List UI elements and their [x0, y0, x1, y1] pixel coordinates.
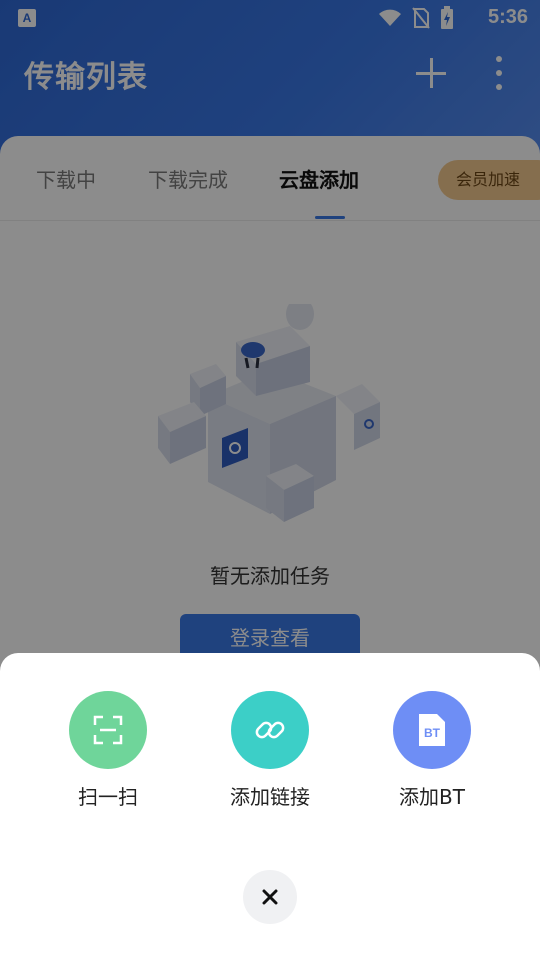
add-link-label: 添加链接 — [230, 785, 310, 809]
scan-action[interactable]: 扫一扫 — [38, 691, 178, 810]
add-bt-label: 添加BT — [399, 785, 465, 809]
scan-label: 扫一扫 — [78, 785, 138, 809]
add-link-action[interactable]: 添加链接 — [200, 691, 340, 810]
app: A 5:36 传输列表 下载中 下载完成 云盘添加 会员加速 暂无添加任务 登录… — [0, 0, 540, 960]
bt-file-icon: BT — [393, 691, 471, 769]
add-task-sheet: 扫一扫 添加链接 BT 添加BT — [0, 653, 540, 960]
add-bt-action[interactable]: BT 添加BT — [362, 691, 502, 810]
scan-icon — [69, 691, 147, 769]
link-icon — [231, 691, 309, 769]
close-icon[interactable] — [243, 870, 297, 924]
bt-icon-text: BT — [424, 726, 441, 740]
